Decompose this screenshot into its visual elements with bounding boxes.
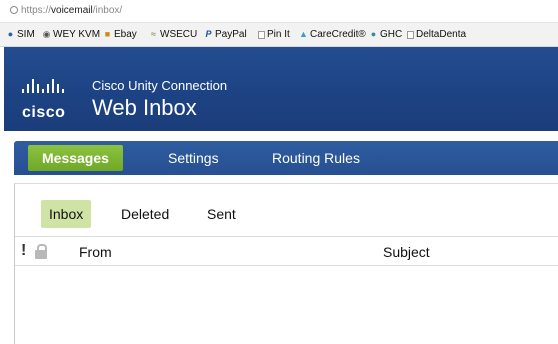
- tab-messages[interactable]: Messages: [28, 145, 123, 171]
- product-name: Cisco Unity Connection: [92, 78, 228, 93]
- urgent-column-icon[interactable]: !: [21, 242, 26, 260]
- bookmark-pin-it[interactable]: Pin It: [258, 28, 290, 41]
- bookmark-label: SIM: [17, 29, 35, 40]
- bookmark-label: WEY KVM: [53, 29, 101, 40]
- bookmark-label: GHC: [380, 29, 403, 40]
- bookmark-label: DeltaDenta: [416, 29, 467, 40]
- bookmark-wsecu[interactable]: ≈ WSECU: [149, 28, 197, 41]
- main-nav: Messages Settings Routing Rules: [14, 141, 558, 175]
- column-from[interactable]: From: [79, 244, 112, 260]
- bookmark-label: PayPal: [215, 29, 247, 40]
- bookmark-deltadental[interactable]: DeltaDenta: [407, 28, 466, 41]
- page-icon: [258, 30, 265, 39]
- bookmark-ghc[interactable]: ● GHC: [369, 28, 402, 41]
- cisco-logo-icon: [22, 79, 64, 93]
- url-host: voicemail: [51, 5, 93, 16]
- url-prefix: https://: [21, 5, 52, 16]
- bookmark-wey-kvm[interactable]: ◉ WEY KVM: [42, 28, 100, 41]
- app-header: cisco Cisco Unity Connection Web Inbox: [4, 47, 558, 131]
- circle-icon: ●: [7, 29, 14, 39]
- bookmark-ebay[interactable]: ■ Ebay: [103, 28, 137, 41]
- bookmark-carecredit[interactable]: ▲ CareCredit®: [299, 28, 366, 41]
- column-subject[interactable]: Subject: [383, 244, 430, 260]
- subtab-inbox[interactable]: Inbox: [41, 200, 92, 228]
- tab-routing-rules[interactable]: Routing Rules: [272, 141, 360, 175]
- paypal-icon: P: [205, 29, 212, 39]
- bookmark-label: Ebay: [114, 29, 137, 40]
- page-icon: [407, 30, 414, 39]
- bird-icon: ≈: [151, 29, 156, 39]
- eye-icon: ◉: [42, 29, 51, 39]
- bookmark-sim[interactable]: ● SIM: [6, 28, 35, 41]
- app-title: Web Inbox: [92, 95, 197, 120]
- leaf-icon: ▲: [299, 29, 308, 39]
- address-bar[interactable]: https://voicemail/inbox/: [0, 0, 558, 23]
- cisco-logo-text: cisco: [22, 104, 66, 121]
- bookmark-label: Pin It: [267, 29, 290, 40]
- bookmark-label: CareCredit®: [310, 29, 366, 40]
- url-path: /inbox/: [92, 5, 123, 16]
- lock-icon[interactable]: [35, 244, 47, 259]
- inbox-panel: Inbox Deleted Sent ! From Subject: [14, 183, 558, 344]
- globe-icon: [10, 6, 18, 14]
- url-text[interactable]: https://voicemail/inbox/: [21, 5, 122, 16]
- bookmark-paypal[interactable]: P PayPal: [204, 28, 247, 41]
- bookmarks-bar: ● SIM ◉ WEY KVM ■ Ebay ≈ WSECU P PayPal …: [0, 23, 558, 47]
- tab-settings[interactable]: Settings: [168, 141, 219, 175]
- subtab-sent[interactable]: Sent: [207, 200, 236, 228]
- message-list-header: ! From Subject: [15, 236, 558, 266]
- shop-icon: ■: [104, 29, 111, 39]
- subtab-deleted[interactable]: Deleted: [121, 200, 169, 228]
- globe-icon: ●: [370, 29, 377, 39]
- bookmark-label: WSECU: [160, 29, 198, 40]
